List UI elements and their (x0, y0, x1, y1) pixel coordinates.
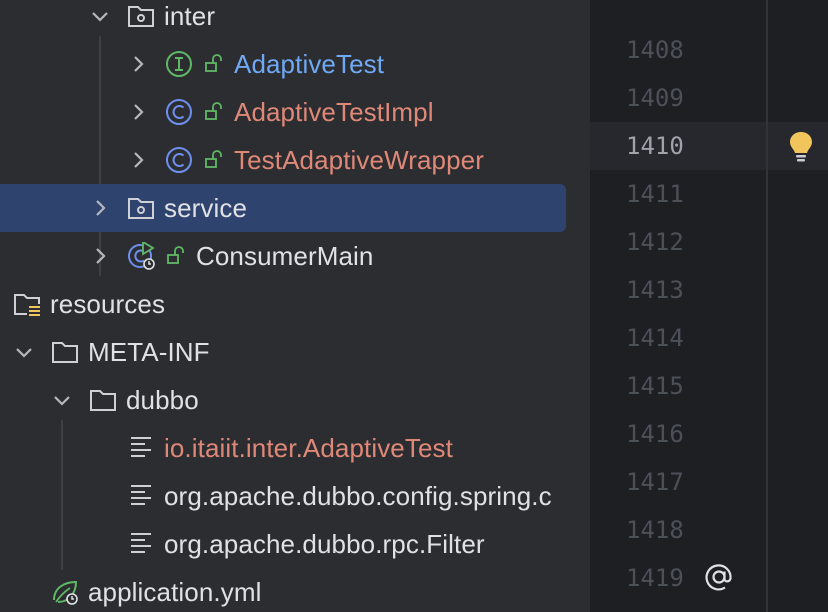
resources-folder-icon (14, 294, 41, 317)
tree-item-label: ConsumerMain (196, 241, 374, 271)
gutter-line: 1412 (590, 218, 828, 266)
unlocked-icon (205, 54, 222, 72)
line-number: 1413 (626, 276, 684, 304)
tree-item-application-yml[interactable]: application.yml (0, 568, 590, 612)
gutter-line: 1411 (590, 170, 828, 218)
tree-item-spi-file[interactable]: org.apache.dubbo.rpc.Filter (0, 520, 590, 568)
tree-item-label: TestAdaptiveWrapper (234, 145, 484, 175)
class-icon (166, 147, 192, 173)
gutter-line: 1416 (590, 410, 828, 458)
gutter-line: 1414 (590, 314, 828, 362)
unlocked-icon (205, 102, 222, 120)
tree-item-service[interactable]: service (0, 184, 590, 232)
tree-item-label: io.itaiit.inter.AdaptiveTest (164, 433, 453, 463)
line-number: 1417 (626, 468, 684, 496)
tree-item-consumermain[interactable]: ConsumerMain (0, 232, 590, 280)
tree-item-meta-inf[interactable]: META-INF (0, 328, 590, 376)
package-icon (128, 6, 154, 27)
line-number: 1410 (626, 132, 684, 160)
tree-item-label: inter (164, 1, 216, 31)
folder-icon (90, 390, 116, 411)
gutter-divider (766, 0, 768, 612)
tree-item-resources[interactable]: resources (0, 280, 590, 328)
chevron-right-icon[interactable] (126, 100, 150, 124)
tree-item-label: AdaptiveTest (234, 49, 385, 79)
chevron-right-icon[interactable] (88, 244, 112, 268)
tree-item-dubbo[interactable]: dubbo (0, 376, 590, 424)
package-icon (128, 198, 154, 219)
gutter-line: 1413 (590, 266, 828, 314)
tree-item-label: org.apache.dubbo.config.spring.c (164, 481, 552, 511)
tree-item-label: AdaptiveTestImpl (234, 97, 434, 127)
tree-item-label: META-INF (88, 337, 210, 367)
line-number: 1416 (626, 420, 684, 448)
tree-item-label: service (164, 193, 248, 223)
folder-icon (52, 342, 78, 363)
class-icon (166, 99, 192, 125)
tree-item-label: org.apache.dubbo.rpc.Filter (164, 529, 485, 559)
chevron-down-icon[interactable] (88, 4, 112, 28)
at-sign-icon[interactable] (702, 560, 736, 594)
interface-icon (166, 51, 192, 77)
line-number: 1409 (626, 84, 684, 112)
line-number: 1411 (626, 180, 684, 208)
chevron-right-icon[interactable] (126, 148, 150, 172)
editor-gutter: 1408 1409 1410 1411 1412 1413 1414 1415 … (590, 0, 828, 612)
tree-item-spi-file[interactable]: org.apache.dubbo.config.spring.c (0, 472, 590, 520)
line-number: 1419 (626, 564, 684, 592)
unlocked-icon (167, 246, 184, 264)
project-tree-panel: inter AdaptiveTest AdaptiveTestImpl Test… (0, 0, 590, 612)
line-number: 1408 (626, 36, 684, 64)
spring-leaf-icon (53, 580, 78, 605)
tree-item-adaptivetestimpl[interactable]: AdaptiveTestImpl (0, 88, 590, 136)
tree-item-testadaptivewrapper[interactable]: TestAdaptiveWrapper (0, 136, 590, 184)
chevron-right-icon[interactable] (88, 196, 112, 220)
text-file-icon (131, 437, 151, 457)
tree-item-spi-file[interactable]: io.itaiit.inter.AdaptiveTest (0, 424, 590, 472)
gutter-line: 1418 (590, 506, 828, 554)
line-number: 1415 (626, 372, 684, 400)
text-file-icon (131, 485, 151, 505)
tree-item-label: dubbo (126, 385, 199, 415)
runnable-class-icon (128, 242, 155, 270)
line-number: 1414 (626, 324, 684, 352)
chevron-down-icon[interactable] (50, 388, 74, 412)
chevron-right-icon[interactable] (126, 52, 150, 76)
unlocked-icon (205, 150, 222, 168)
tree-item-label: application.yml (88, 577, 262, 607)
text-file-icon (131, 533, 151, 553)
gutter-line: 1408 (590, 26, 828, 74)
chevron-down-icon[interactable] (12, 340, 36, 364)
line-number: 1418 (626, 516, 684, 544)
gutter-line: 1409 (590, 74, 828, 122)
tree-item-adaptivetest[interactable]: AdaptiveTest (0, 40, 590, 88)
gutter-line: 1417 (590, 458, 828, 506)
lightbulb-icon[interactable] (788, 130, 814, 164)
tree-item-inter[interactable]: inter (0, 0, 590, 40)
tree-item-label: resources (50, 289, 166, 319)
line-number: 1412 (626, 228, 684, 256)
gutter-line: 1415 (590, 362, 828, 410)
